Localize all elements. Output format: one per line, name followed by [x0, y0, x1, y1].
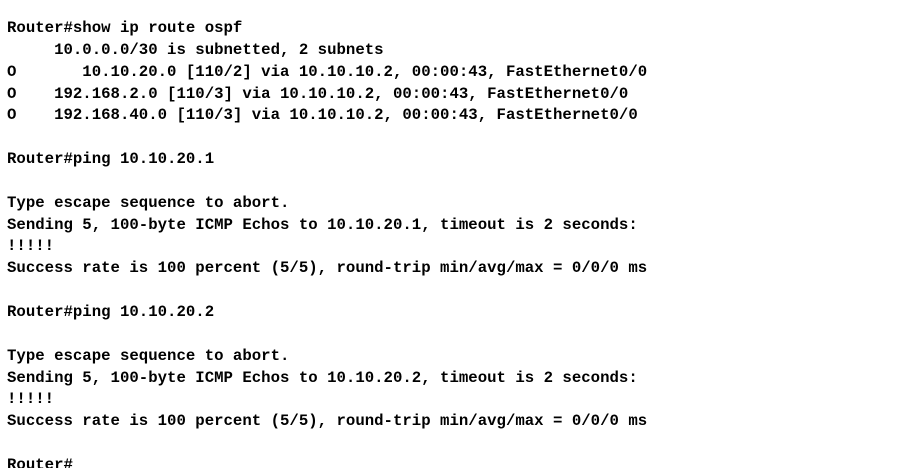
terminal-line-command: Router#ping 10.10.20.1 — [7, 150, 215, 169]
terminal-line-output: !!!!! — [7, 390, 55, 409]
terminal-line-output: Success rate is 100 percent (5/5), round… — [7, 259, 648, 278]
terminal-line-output: 10.0.0.0/30 is subnetted, 2 subnets — [7, 40, 384, 59]
terminal-line-command: Router#show ip route ospf — [7, 19, 243, 37]
terminal-line-route: O 192.168.2.0 [110/3] via 10.10.10.2, 00… — [7, 84, 629, 103]
terminal-line-route: O 192.168.40.0 [110/3] via 10.10.10.2, 0… — [7, 106, 638, 125]
terminal-output[interactable]: Router#show ip route ospf 10.0.0.0/30 is… — [7, 18, 892, 468]
terminal-line-route: O 10.10.20.0 [110/2] via 10.10.10.2, 00:… — [7, 62, 648, 81]
terminal-line-output: Type escape sequence to abort. — [7, 193, 290, 212]
terminal-prompt[interactable]: Router# — [7, 455, 892, 468]
terminal-line-output: !!!!! — [7, 237, 55, 256]
terminal-line-output: Sending 5, 100-byte ICMP Echos to 10.10.… — [7, 215, 638, 234]
terminal-line-output: Success rate is 100 percent (5/5), round… — [7, 412, 648, 431]
terminal-line-output: Type escape sequence to abort. — [7, 346, 290, 365]
terminal-line-command: Router#ping 10.10.20.2 — [7, 302, 215, 321]
terminal-line-output: Sending 5, 100-byte ICMP Echos to 10.10.… — [7, 368, 638, 387]
